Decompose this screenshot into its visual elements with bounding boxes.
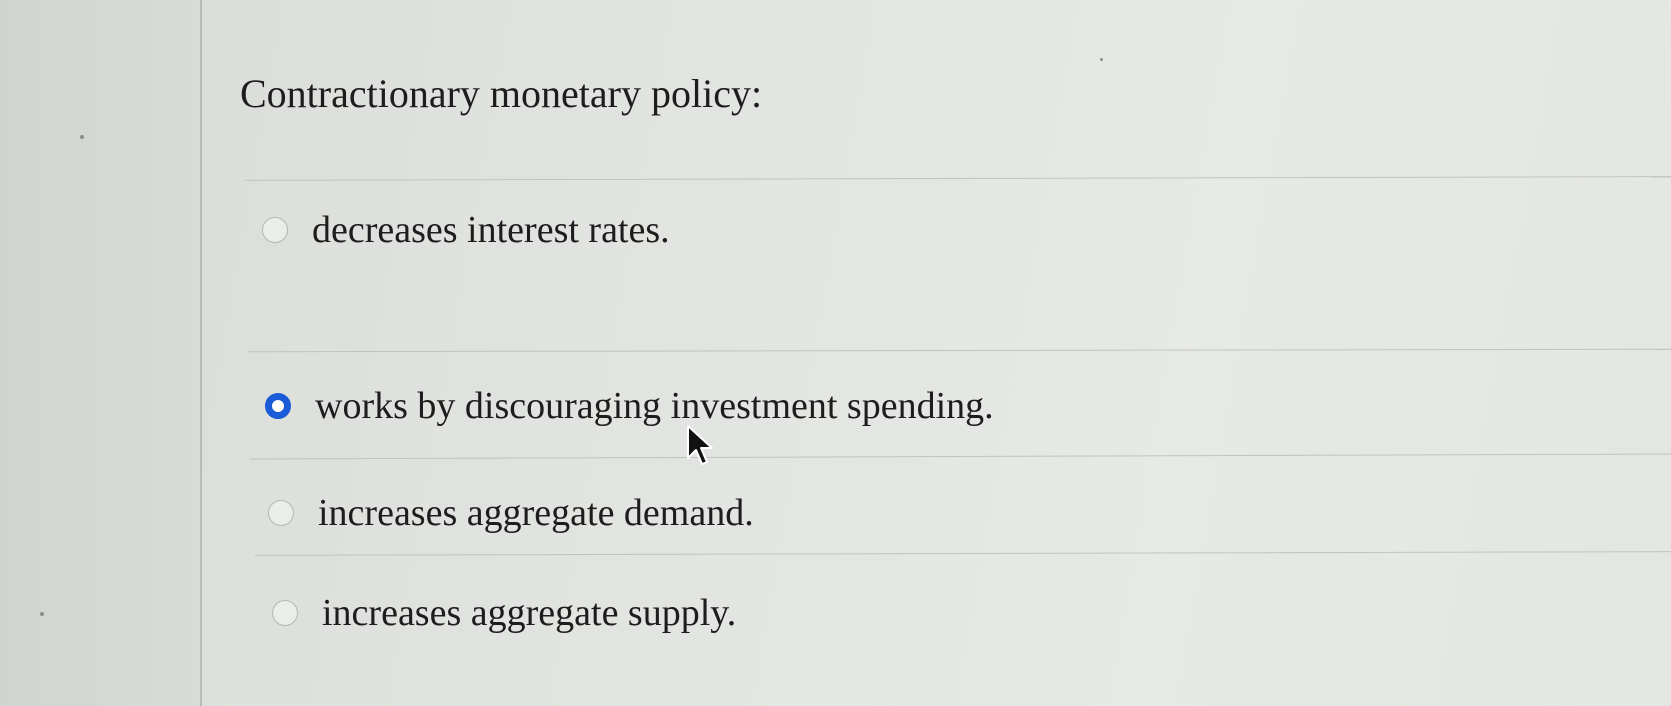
mouse-pointer-icon	[687, 425, 713, 465]
speck-dot	[80, 135, 84, 139]
radio-button[interactable]	[272, 600, 298, 626]
speck-dot	[1100, 58, 1103, 61]
option-label: works by discouraging investment spendin…	[315, 385, 994, 427]
option-label: increases aggregate demand.	[318, 492, 754, 534]
option-divider	[250, 453, 1671, 460]
radio-button[interactable]	[262, 217, 288, 243]
option-decreases-interest-rates[interactable]: decreases interest rates.	[262, 207, 670, 253]
question-divider	[245, 176, 1671, 181]
option-divider	[255, 551, 1671, 556]
radio-button[interactable]	[268, 500, 294, 526]
page-left-margin	[0, 0, 200, 706]
option-label: decreases interest rates.	[312, 209, 670, 251]
radio-button-selected[interactable]	[265, 393, 291, 419]
margin-edge-divider	[200, 0, 202, 706]
option-label: increases aggregate supply.	[322, 592, 737, 634]
option-divider	[248, 348, 1671, 353]
option-discouraging-investment[interactable]: works by discouraging investment spendin…	[265, 383, 994, 429]
speck-dot	[40, 612, 44, 616]
question-text: Contractionary monetary policy:	[240, 71, 763, 116]
option-increases-aggregate-supply[interactable]: increases aggregate supply.	[272, 590, 736, 636]
option-increases-aggregate-demand[interactable]: increases aggregate demand.	[268, 490, 754, 536]
